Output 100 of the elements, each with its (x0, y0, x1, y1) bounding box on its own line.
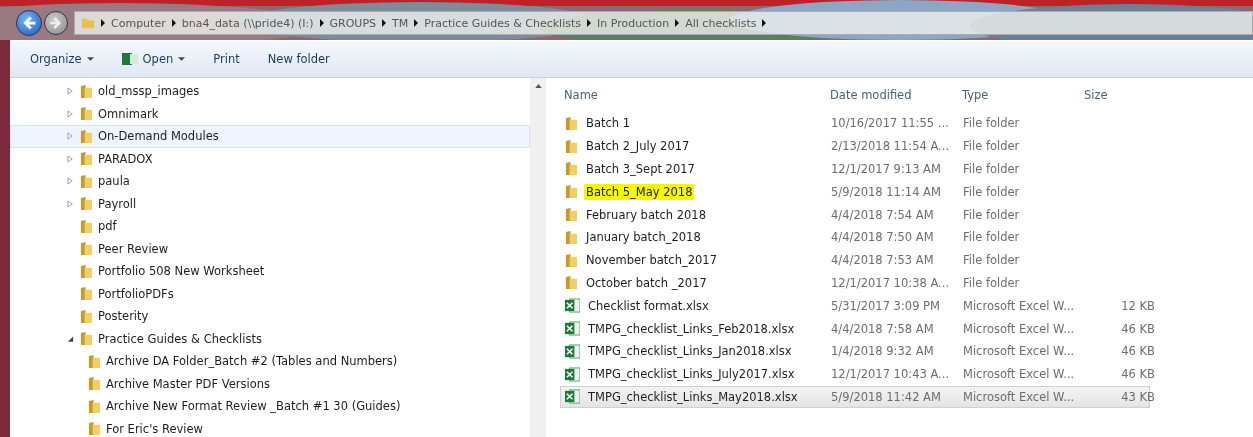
breadcrumb[interactable]: All checklists (685, 16, 757, 30)
tree-item[interactable]: Payroll (10, 192, 530, 215)
file-name: February batch 2018 (585, 206, 707, 223)
breadcrumb[interactable]: In Production (597, 16, 670, 30)
organize-menu[interactable]: Organize (20, 48, 104, 70)
caret-icon (178, 57, 186, 61)
type-cell-text: File folder (962, 253, 1021, 268)
tree-item[interactable]: For Eric's Review (10, 417, 530, 437)
expand-icon[interactable] (67, 199, 74, 208)
toolbar-button[interactable]: Print (203, 48, 250, 70)
file-name: Batch 5_May 2018 (584, 183, 695, 200)
size-cell-text: 46 KB (1120, 344, 1156, 359)
folder-icon (565, 138, 578, 154)
tree-item[interactable]: Archive Master PDF Versions (10, 372, 530, 395)
file-row[interactable]: Batch 5_May 2018 5/9/2018 11:14 AM File folder (560, 180, 1150, 204)
size-cell-text: 46 KB (1120, 367, 1156, 382)
folder-icon (80, 241, 93, 257)
tree-item[interactable]: Omnimark (10, 102, 530, 125)
file-name: November batch_2017 (585, 252, 718, 269)
date-cell-text: 12/1/2017 9:13 AM (830, 162, 942, 176)
tree-item[interactable]: PARADOX (10, 147, 530, 170)
scroll-up-icon[interactable] (534, 84, 542, 88)
breadcrumb[interactable]: GROUPS (329, 16, 376, 30)
tree-item[interactable]: pdf (10, 215, 530, 238)
expand-icon[interactable] (67, 132, 74, 141)
breadcrumb[interactable]: bna4_data (\\pride4) (I:) (181, 16, 314, 30)
type-cell-text: Microsoft Excel W... (962, 367, 1076, 382)
expand-icon[interactable] (67, 109, 74, 118)
expand-icon[interactable] (67, 177, 74, 186)
open-button[interactable]: Open (111, 47, 196, 71)
type-cell-text: Microsoft Excel W... (962, 389, 1076, 404)
date-cell-text: 2/13/2018 11:54 A... (830, 139, 951, 154)
scrollbar[interactable] (530, 78, 546, 437)
chevron-icon (587, 19, 591, 27)
file-row[interactable]: Batch 1 10/16/2017 11:55 ... File folder (560, 112, 1150, 135)
date-cell-text: 4/4/2018 7:50 AM (830, 230, 935, 245)
spreadsheet-icon (565, 298, 580, 314)
folder-icon (565, 275, 578, 291)
file-row[interactable]: October batch _2017 12/1/2017 10:38 A... File folder (560, 271, 1150, 295)
spreadsheet-icon (565, 366, 580, 382)
tree-item[interactable]: Portfolio 508 New Worksheet (10, 260, 530, 283)
breadcrumb[interactable]: TM (392, 16, 409, 30)
date-cell-text: 12/1/2017 10:38 A... (830, 275, 951, 290)
file-row[interactable]: Batch 2_July 2017 2/13/2018 11:54 A... File folder (560, 134, 1150, 158)
tree-item[interactable]: Archive DA Folder_Batch #2 (Tables and Numbers) (10, 350, 530, 373)
date-cell-text: 4/4/2018 7:58 AM (830, 321, 935, 336)
file-row[interactable]: January batch_2018 4/4/2018 7:50 AM File folder (560, 226, 1150, 249)
file-name: TMPG_checklist_Links_May2018.xlsx (587, 388, 799, 405)
toolbar-button[interactable]: New folder (257, 48, 340, 70)
file-name: TMPG_checklist_Links_Jan2018.xlsx (587, 343, 793, 360)
file-row[interactable]: November batch_2017 4/4/2018 7:53 AM File folder (560, 248, 1150, 272)
spreadsheet-icon (565, 321, 580, 337)
expand-icon[interactable] (67, 154, 74, 163)
folder-icon (565, 115, 578, 131)
tree-item[interactable]: Peer Review (10, 237, 530, 260)
file-name: TMPG_checklist_Links_July2017.xlsx (587, 366, 796, 383)
column-header[interactable]: Type (958, 88, 1080, 102)
file-name: Batch 2_July 2017 (585, 138, 691, 155)
tree-item[interactable]: Posterity (10, 305, 530, 328)
folder-icon (80, 173, 93, 189)
collapse-icon[interactable] (67, 334, 74, 343)
file-name: Checklist format.xlsx (587, 297, 710, 314)
chevron-icon (101, 19, 105, 27)
tree-item[interactable]: Archive New Format Review _Batch #1 30 (Guides) (10, 395, 530, 418)
folder-icon (80, 128, 93, 144)
date-cell-text: 5/9/2018 11:42 AM (830, 389, 942, 404)
tree-item[interactable]: old_mssp_images (10, 80, 530, 103)
type-cell-text: File folder (962, 207, 1021, 222)
address-bar[interactable]: Computer bna4_data (\\pride4) (I:) GROUPS TM Practice Guides & Checklists In Production All checklists (74, 11, 1253, 35)
folder-icon (80, 218, 93, 234)
spreadsheet-icon (565, 343, 580, 359)
expand-icon[interactable] (67, 87, 74, 96)
tree-item[interactable]: Practice Guides & Checklists (10, 327, 530, 350)
column-header[interactable]: Date modified (826, 88, 958, 102)
column-header[interactable]: Name (560, 88, 826, 102)
tree-item[interactable]: PortfolioPDFs (10, 282, 530, 305)
chevron-icon (382, 19, 386, 27)
folder-icon (565, 207, 578, 223)
file-row[interactable]: February batch 2018 4/4/2018 7:54 AM File folder (560, 203, 1150, 226)
folder-icon (80, 308, 93, 324)
folder-icon (80, 83, 93, 99)
folder-icon (88, 376, 101, 392)
size-cell-text: 46 KB (1120, 321, 1156, 336)
tree-item[interactable]: paula (10, 170, 530, 193)
breadcrumb[interactable]: Practice Guides & Checklists (424, 16, 581, 30)
date-cell-text: 10/16/2017 11:55 ... (830, 116, 950, 131)
size-cell-text: 12 KB (1120, 298, 1156, 313)
date-cell-text: 12/1/2017 10:43 A... (830, 367, 951, 382)
chevron-icon (675, 19, 680, 27)
folder-icon (565, 229, 578, 245)
folder-icon (81, 16, 95, 30)
caret-icon (86, 57, 94, 61)
type-cell-text: File folder (962, 275, 1021, 290)
folder-icon (88, 398, 101, 414)
file-row[interactable]: Batch 3_Sept 2017 12/1/2017 9:13 AM File folder (560, 157, 1150, 181)
spreadsheet-icon (565, 389, 580, 405)
file-name: Batch 1 (585, 115, 632, 132)
column-header[interactable]: Size (1080, 88, 1154, 102)
breadcrumb[interactable]: Computer (111, 16, 166, 30)
tree-item[interactable]: On-Demand Modules (10, 125, 530, 148)
